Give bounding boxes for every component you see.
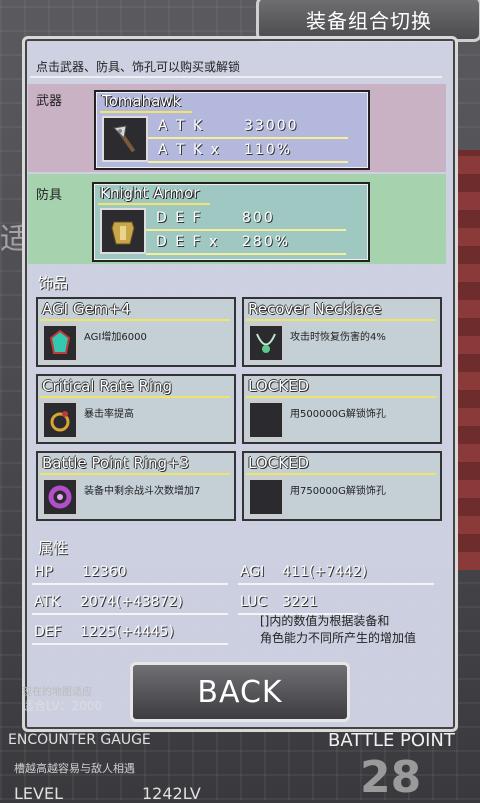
accessory-slot-locked[interactable]: LOCKED 用750000G解锁饰孔 — [242, 451, 442, 521]
attribute-note-line: 角色能力不同所产生的增加值 — [260, 631, 417, 645]
attribute-note: []内的数值为根据装备和 角色能力不同所产生的增加值 — [260, 613, 450, 647]
accessory-name: LOCKED — [248, 454, 309, 472]
agi-gem-icon — [42, 324, 78, 362]
knight-armor-icon — [100, 208, 146, 254]
weapon-atkx-value: 110% — [244, 142, 293, 158]
atk-label: ATK — [34, 594, 61, 610]
accessory-slot[interactable]: Critical Rate Ring 暴击率提高 — [36, 374, 236, 444]
weapon-card[interactable]: Tomahawk A T K 33000 A T K x 110% — [94, 90, 370, 170]
weapon-atk-value: 33000 — [244, 118, 299, 134]
armor-def-label: D E F — [156, 210, 203, 226]
armor-card[interactable]: Knight Armor D E F 800 D E F x 280% — [92, 182, 370, 262]
armor-section: 防具 Knight Armor D E F 800 D E F x 280% — [28, 174, 446, 264]
accessory-underline — [246, 396, 436, 398]
accessory-name: LOCKED — [248, 377, 309, 395]
battle-point-value: 28 — [360, 752, 422, 803]
locked-slot-icon — [248, 478, 284, 516]
hp-value: 12360 — [82, 564, 127, 580]
def-label: DEF — [34, 624, 62, 640]
necklace-icon — [248, 324, 284, 362]
accessory-slot[interactable]: Recover Necklace 攻击时恢复伤害的4% — [242, 297, 442, 367]
accessory-underline — [40, 396, 230, 398]
accessory-section-label: 饰品 — [38, 274, 69, 292]
weapon-section-label: 武器 — [36, 94, 63, 109]
accessory-slot[interactable]: Battle Point Ring+3 装备中剩余战斗次数增加7 — [36, 451, 236, 521]
hint-text: 点击武器、防具、饰孔可以购买或解锁 — [36, 60, 241, 74]
ring-icon — [42, 401, 78, 439]
weapon-atkx-underline — [148, 161, 348, 163]
atk-value: 2074(+43872) — [80, 594, 183, 610]
armor-def-underline — [146, 229, 346, 231]
level-label: LEVEL — [14, 784, 63, 803]
accessory-desc: AGI增加6000 — [84, 332, 147, 343]
hp-underline — [32, 583, 228, 585]
accessory-desc: 暴击率提高 — [84, 409, 134, 420]
accessory-desc: 用750000G解锁饰孔 — [290, 486, 386, 497]
armor-section-label: 防具 — [36, 188, 63, 203]
atk-underline — [32, 613, 228, 615]
encounter-gauge-hint: 槽越高越容易与敌人相遇 — [14, 762, 135, 775]
accessory-slot[interactable]: AGI Gem+4 AGI增加6000 — [36, 297, 236, 367]
luc-label: LUC — [240, 594, 268, 610]
hp-label: HP — [34, 564, 53, 580]
weapon-atkx-label: A T K x — [158, 142, 221, 158]
armor-def-value: 800 — [242, 210, 275, 226]
accessory-name: Critical Rate Ring — [42, 377, 173, 395]
def-value: 1225(+4445) — [80, 624, 174, 640]
accessory-underline — [246, 473, 436, 475]
fit-level: 适合LV：2000 — [22, 699, 103, 713]
accessory-name: Battle Point Ring+3 — [42, 454, 190, 472]
luc-value: 3221 — [282, 594, 318, 610]
accessory-slot-locked[interactable]: LOCKED 用500000G解锁饰孔 — [242, 374, 442, 444]
locked-slot-icon — [248, 401, 284, 439]
weapon-atk-label: A T K — [158, 118, 205, 134]
battle-ring-icon — [42, 478, 78, 516]
armor-defx-label: D E F x — [156, 234, 220, 250]
agi-underline — [238, 583, 434, 585]
weapon-name: Tomahawk — [102, 92, 182, 110]
accessory-name: AGI Gem+4 — [42, 300, 131, 318]
agi-label: AGI — [240, 564, 265, 580]
def-underline — [32, 643, 228, 645]
weapon-section: 武器 Tomahawk A T K 33000 A T K x 110% — [28, 84, 446, 172]
tomahawk-axe-icon — [102, 116, 148, 162]
accessory-underline — [40, 319, 230, 321]
level-value: 1242LV — [142, 784, 201, 803]
accessory-name: Recover Necklace — [248, 300, 382, 318]
accessory-underline — [40, 473, 230, 475]
accessory-underline — [246, 319, 436, 321]
accessory-desc: 装备中剩余战斗次数增加7 — [84, 486, 201, 497]
attribute-note-line: []内的数值为根据装备和 — [260, 614, 390, 628]
agi-value: 411(+7442) — [282, 564, 368, 580]
weapon-atk-underline — [148, 137, 348, 139]
accessory-desc: 攻击时恢复伤害的4% — [290, 332, 386, 343]
accessory-desc: 用500000G解锁饰孔 — [290, 409, 386, 420]
current-fit-label: 现在的地图适应 — [22, 687, 92, 698]
hint-divider — [30, 76, 442, 78]
back-button[interactable]: BACK — [130, 662, 350, 722]
armor-name-underline — [98, 203, 210, 205]
armor-defx-value: 280% — [242, 234, 291, 250]
encounter-gauge-label: ENCOUNTER GAUGE — [8, 732, 151, 748]
weapon-name-underline — [100, 111, 192, 113]
attributes-title: 属性 — [38, 539, 69, 557]
armor-name: Knight Armor — [100, 184, 200, 202]
battle-point-label: BATTLE POINT — [328, 730, 455, 751]
armor-defx-underline — [146, 253, 346, 255]
